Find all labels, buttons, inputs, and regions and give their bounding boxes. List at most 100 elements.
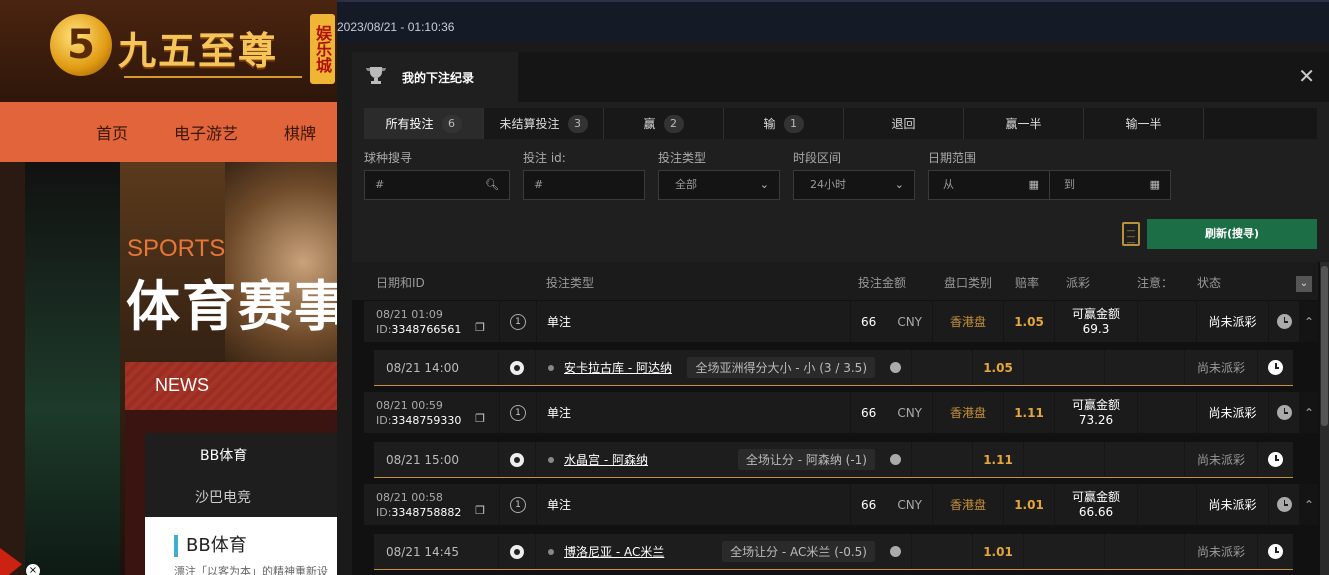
clock-icon: [1276, 405, 1292, 420]
header-market: 盘口类别: [944, 276, 993, 290]
hero-sports-en: SPORTS: [127, 235, 226, 262]
close-icon[interactable]: ✕: [1298, 66, 1315, 86]
background-site: 5 九五至尊 娱乐城 首页 电子游艺 棋牌 SPORTS 体育赛事 NEWS B…: [0, 0, 337, 575]
copy-icon[interactable]: ❐: [475, 503, 485, 518]
empty-cell: [1105, 442, 1184, 477]
date-from-placeholder: 从: [943, 178, 954, 191]
lock-icon: [890, 362, 901, 373]
sport-search-input[interactable]: # 🔍︎: [364, 170, 510, 200]
bet-id: ID:3348758882: [376, 505, 461, 520]
bet-payout-cell: 可赢金额 66.66: [1055, 484, 1137, 525]
tab-label: 赢: [643, 117, 656, 131]
bet-type-label: 投注类型: [658, 151, 707, 165]
sport-cell: [499, 350, 535, 385]
bet-date-cell: 08/21 00:58 ID:3348758882 ❐: [364, 484, 499, 525]
tab-count: 6: [441, 114, 462, 133]
lock-icon: [890, 454, 901, 465]
tab-all-bets[interactable]: 所有投注 6: [364, 108, 484, 139]
news-tab-bb[interactable]: BB体育: [200, 445, 247, 465]
tab-won[interactable]: 赢2: [604, 108, 724, 139]
logo-mark[interactable]: 5: [50, 14, 112, 76]
bet-id-input[interactable]: #: [523, 170, 645, 200]
table-header: 日期和ID 投注类型 投注金额 盘口类别 赔率 派彩 注意： 状态 ⌄: [352, 262, 1318, 300]
bet-status: 尚未派彩: [1197, 484, 1268, 525]
news-tab-saba[interactable]: 沙巴电竞: [195, 487, 251, 507]
lock-icon: [890, 546, 901, 557]
bet-amount: 66: [861, 314, 877, 329]
header-note: 注意：: [1137, 276, 1174, 290]
date-range-label: 日期范围: [928, 151, 977, 165]
match-teams-link[interactable]: 博洛尼亚 - AC米兰: [564, 543, 664, 560]
bet-market: 香港盘: [933, 301, 1003, 342]
bet-id-label: 投注 id:: [523, 151, 566, 165]
tab-half-won[interactable]: 赢一半: [964, 108, 1084, 139]
bet-id-value: 3348758882: [391, 505, 462, 519]
copy-icon[interactable]: ❐: [475, 320, 485, 335]
bet-id: ID:3348759330: [376, 413, 461, 428]
clock-cell: [1269, 484, 1299, 525]
close-icon[interactable]: ×: [26, 564, 40, 575]
table-row-detail: 08/21 14:45 博洛尼亚 - AC米兰 全场让分 - AC米兰 (-0.5…: [374, 534, 1293, 570]
sport-cell: [499, 442, 535, 477]
scrollbar-thumb[interactable]: [1321, 266, 1328, 426]
clipboard-icon[interactable]: — — —: [1122, 222, 1140, 248]
bet-currency: CNY: [897, 405, 922, 420]
nav-item-slots[interactable]: 电子游艺: [174, 120, 238, 144]
modal-title-tab: 我的下注纪录: [352, 52, 518, 102]
bet-market: 香港盘: [933, 484, 1003, 525]
match-status: 尚未派彩: [1185, 442, 1257, 477]
calendar-icon[interactable]: ▦: [1150, 171, 1160, 199]
top-bar: 2023/08/21 - 01:10:36: [337, 0, 1329, 42]
table-row[interactable]: 08/21 01:09 ID:3348766561 ❐ 1 单注 66 CNY 香…: [364, 301, 1318, 342]
tab-count: 3: [567, 114, 588, 133]
soccer-ball-icon: [510, 544, 524, 559]
match-teams-link[interactable]: 安卡拉古库 - 阿达纳: [564, 359, 672, 376]
match-cell: 水晶宫 - 阿森纳 全场让分 - 阿森纳 (-1): [536, 442, 911, 477]
chevron-up-icon[interactable]: ⌃: [1300, 484, 1318, 525]
tab-half-lost[interactable]: 输一半: [1084, 108, 1204, 139]
bet-date: 08/21 01:09: [376, 307, 443, 321]
clock-cell: [1269, 301, 1299, 342]
bet-type-select[interactable]: 全部 ⌄: [658, 170, 780, 200]
modal-header: 我的下注纪录 ✕: [352, 52, 1329, 102]
tab-refunded[interactable]: 退回: [844, 108, 964, 139]
bet-odds: 1.01: [1004, 484, 1054, 525]
flag-icon: [0, 548, 22, 575]
copy-icon[interactable]: ❐: [475, 411, 485, 426]
clock-icon: [1268, 360, 1283, 375]
date-to-input[interactable]: 到 ▦: [1049, 170, 1171, 200]
bet-id-prefix: ID:: [376, 413, 392, 427]
single-bet-icon: 1: [510, 404, 526, 421]
refresh-search-button[interactable]: 刷新(搜寻): [1147, 219, 1317, 249]
date-from-input[interactable]: 从 ▦: [928, 170, 1050, 200]
bet-odds: 1.05: [1004, 301, 1054, 342]
bet-note: [1138, 484, 1196, 525]
bet-count-cell: 1: [500, 392, 536, 433]
calendar-icon[interactable]: ▦: [1029, 171, 1039, 199]
bet-history-modal: 我的下注纪录 ✕ 所有投注 6 未结算投注 3 赢2 输1 退回 赢一半 输一半 球…: [352, 52, 1329, 575]
clock-icon: [1276, 314, 1292, 329]
site-nav: 首页 电子游艺 棋牌: [0, 102, 337, 162]
hero-sports-cn: 体育赛事: [126, 275, 337, 338]
chevron-up-icon[interactable]: ⌃: [1300, 301, 1318, 342]
nav-item-cards[interactable]: 棋牌: [284, 120, 316, 144]
logo-name[interactable]: 九五至尊: [118, 20, 278, 75]
clock-cell: [1258, 534, 1293, 569]
tab-unsettled[interactable]: 未结算投注 3: [484, 108, 604, 139]
match-teams-link[interactable]: 水晶宫 - 阿森纳: [564, 451, 648, 468]
chevron-up-icon[interactable]: ⌃: [1300, 392, 1318, 433]
bet-payout-cell: 可赢金额 73.26: [1055, 392, 1137, 433]
bet-id-prefix: ID:: [376, 322, 392, 336]
tab-count: 1: [783, 114, 804, 133]
match-odds: 1.11: [973, 442, 1023, 477]
tab-lost[interactable]: 输1: [724, 108, 844, 139]
bet-status: 尚未派彩: [1197, 392, 1268, 433]
search-icon[interactable]: 🔍︎: [485, 171, 499, 199]
trophy-icon: [362, 65, 390, 89]
table-row[interactable]: 08/21 00:58 ID:3348758882 ❐ 1 单注 66 CNY 香…: [364, 484, 1318, 525]
table-row[interactable]: 08/21 00:59 ID:3348759330 ❐ 1 单注 66 CNY 香…: [364, 392, 1318, 433]
scrollbar[interactable]: [1320, 262, 1329, 575]
time-range-select[interactable]: 24小时 ⌄: [793, 170, 915, 200]
nav-item-home[interactable]: 首页: [96, 120, 128, 144]
collapse-all-icon[interactable]: ⌄: [1296, 276, 1312, 292]
